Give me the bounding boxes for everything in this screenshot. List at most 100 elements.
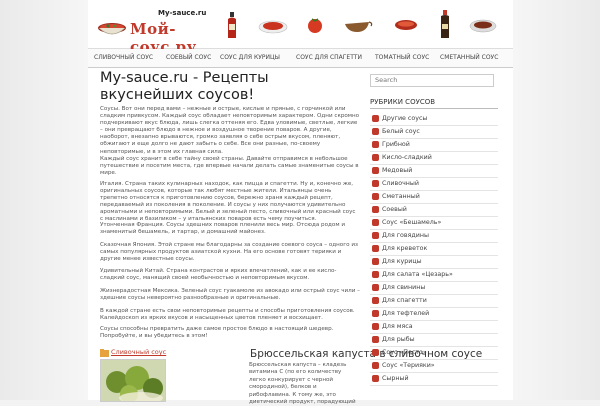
post-thumbnail[interactable] (100, 359, 166, 402)
sidebar-item-label: Другие соусы (382, 115, 428, 122)
intro-paragraph: Каждый соус хранит в себе тайну своей ст… (100, 156, 359, 177)
sauce-bullet-icon (372, 349, 379, 356)
soy-bottle-icon (441, 10, 449, 38)
sidebar-item-mushroom[interactable]: Грибной (370, 139, 498, 152)
sauce-bullet-icon (372, 297, 379, 304)
sauce-bullet-icon (372, 375, 379, 382)
nav-item-soy-sauce[interactable]: Соевый соус (166, 49, 211, 67)
sidebar-item-white-sauce[interactable]: Белый соус (370, 126, 498, 139)
intro-paragraph: Соусы способны превратить даже самое про… (100, 326, 334, 340)
pesto-bowl-icon (469, 19, 497, 33)
sidebar-item-label: Соус «Терияки» (382, 362, 435, 369)
sauce-plate-icon (258, 20, 288, 34)
sidebar-item-spaghetti[interactable]: Для спагетти (370, 295, 498, 308)
sidebar-item-label: Для салата «Цезарь» (382, 271, 453, 278)
sidebar-item-caesar[interactable]: Для салата «Цезарь» (370, 269, 498, 282)
sauce-bullet-icon (372, 310, 379, 317)
sidebar-item-label: Медовый (382, 167, 413, 174)
sauce-bullet-icon (372, 284, 379, 291)
site-header: Мой-соус.ру My-sauce.ru (88, 0, 513, 56)
search-input[interactable] (370, 74, 494, 87)
sidebar-item-other-sauces[interactable]: Другие соусы (370, 113, 498, 126)
ketchup-bottle-icon (228, 12, 236, 38)
category-folder-icon (100, 349, 109, 357)
sauce-bullet-icon (372, 154, 379, 161)
sauce-bullet-icon (372, 219, 379, 226)
sidebar-item-teriyaki[interactable]: Соус «Терияки» (370, 360, 498, 373)
nav-item-tomato-sauce[interactable]: Томатный соус (375, 49, 429, 67)
sauce-bullet-icon (372, 193, 379, 200)
sauce-bullet-icon (372, 115, 379, 122)
sidebar-item-fish[interactable]: Для рыбы (370, 334, 498, 347)
sidebar-item-label: Соевый (382, 206, 407, 213)
intro-paragraph: Утонченная Франция. Соусы здешних поваро… (100, 222, 345, 236)
nav-item-chicken-sauce[interactable]: Соус для курицы (220, 49, 280, 67)
sidebar-item-bechamel[interactable]: Соус «Бешамель» (370, 217, 498, 230)
sidebar-item-label: Для спагетти (382, 297, 427, 304)
intro-paragraph: Сказочная Япония. Этой стране мы благода… (100, 242, 358, 263)
sidebar-item-soy[interactable]: Соевый (370, 204, 498, 217)
intro-paragraph: Италия. Страна таких кулинарных находок,… (100, 181, 356, 223)
page-background-right (513, 0, 600, 400)
sauce-bullet-icon (372, 232, 379, 239)
sauce-bullet-icon (372, 362, 379, 369)
sidebar-item-label: Для креветок (382, 245, 428, 252)
sauce-bullet-icon (372, 180, 379, 187)
nav-item-creamy-sauce[interactable]: Сливочный соус (94, 49, 153, 67)
page-title: My-sauce.ru - Рецепты вкуснейших соусов! (100, 70, 269, 103)
sauce-bullet-icon (372, 336, 379, 343)
page-background-left (0, 0, 88, 400)
nav-item-spaghetti-sauce[interactable]: Соус для спагетти (296, 49, 362, 67)
sidebar-item-label: Сырный (382, 375, 409, 382)
sidebar-item-cheese[interactable]: Сырный (370, 373, 498, 386)
sidebar-item-sour-cream[interactable]: Сметанный (370, 191, 498, 204)
sidebar-item-label: Для курицы (382, 258, 422, 265)
sauce-bullet-icon (372, 167, 379, 174)
sauce-bullet-icon (372, 271, 379, 278)
sidebar-item-label: Грибной (382, 141, 410, 148)
sauce-bullet-icon (372, 323, 379, 330)
sidebar-item-label: Для рыбы (382, 336, 415, 343)
sidebar-heading: Рубрики соусов (370, 98, 498, 109)
post-excerpt: Брюссельская капуста – кладезь витамина … (249, 362, 356, 406)
sidebar-item-label: Соус «Бешамель» (382, 219, 442, 226)
intro-paragraph: Жизнерадостная Мексика. Зеленый соус гуа… (100, 288, 360, 302)
sidebar-item-sweet-sour[interactable]: Кисло-сладкий (370, 152, 498, 165)
sidebar-item-label: Для мяса (382, 323, 413, 330)
post-category-link[interactable]: Сливочный соус (111, 348, 166, 356)
sidebar-item-label: Для говядины (382, 232, 429, 239)
intro-paragraph: Удивительный Китай. Страна контрастов и … (100, 268, 337, 282)
sauce-bullet-icon (372, 245, 379, 252)
page-container: Мой-соус.ру My-sauce.ru СЛИВОЧНЫЙ СОУС С… (88, 0, 513, 405)
sidebar-item-label: Сливочный (382, 180, 419, 187)
sidebar-item-creamy[interactable]: Сливочный (370, 178, 498, 191)
sauce-bullet-icon (372, 141, 379, 148)
logo-domain: My-sauce.ru (158, 9, 207, 17)
gravy-boat-icon (345, 21, 373, 32)
sauce-bullet-icon (372, 258, 379, 265)
site-logo[interactable]: Мой-соус.ру My-sauce.ru (96, 8, 216, 56)
sidebar-item-meatballs[interactable]: Для тефтелей (370, 308, 498, 321)
sidebar-item-label: Кисло-сладкий (382, 154, 432, 161)
sidebar-item-pork[interactable]: Для свинины (370, 282, 498, 295)
sauce-bullet-icon (372, 206, 379, 213)
main-navigation: Сливочный соус Соевый соус Соус для кури… (88, 49, 513, 68)
sidebar-item-meat[interactable]: Для мяса (370, 321, 498, 334)
sidebar-item-label: Соус «Песто» (382, 349, 427, 356)
sidebar-item-label: Сметанный (382, 193, 420, 200)
sidebar-item-label: Белый соус (382, 128, 420, 135)
sauce-bullet-icon (372, 128, 379, 135)
sidebar-item-label: Для тефтелей (382, 310, 430, 317)
sidebar-item-beef[interactable]: Для говядины (370, 230, 498, 243)
sauce-bowl-icon (98, 23, 126, 35)
sauce-bowl-small-icon (395, 20, 417, 30)
intro-paragraph: Соусы. Вот они перед вами – нежные и ост… (100, 106, 360, 155)
sidebar-item-label: Для свинины (382, 284, 426, 291)
sidebar-item-shrimp[interactable]: Для креветок (370, 243, 498, 256)
sidebar-item-pesto[interactable]: Соус «Песто» (370, 347, 498, 360)
tomato-icon (308, 18, 322, 33)
sidebar-item-honey[interactable]: Медовый (370, 165, 498, 178)
nav-item-sour-cream-sauce[interactable]: Сметанный соус (440, 49, 498, 67)
brussels-sprouts-image (101, 360, 165, 401)
sidebar-item-chicken[interactable]: Для курицы (370, 256, 498, 269)
